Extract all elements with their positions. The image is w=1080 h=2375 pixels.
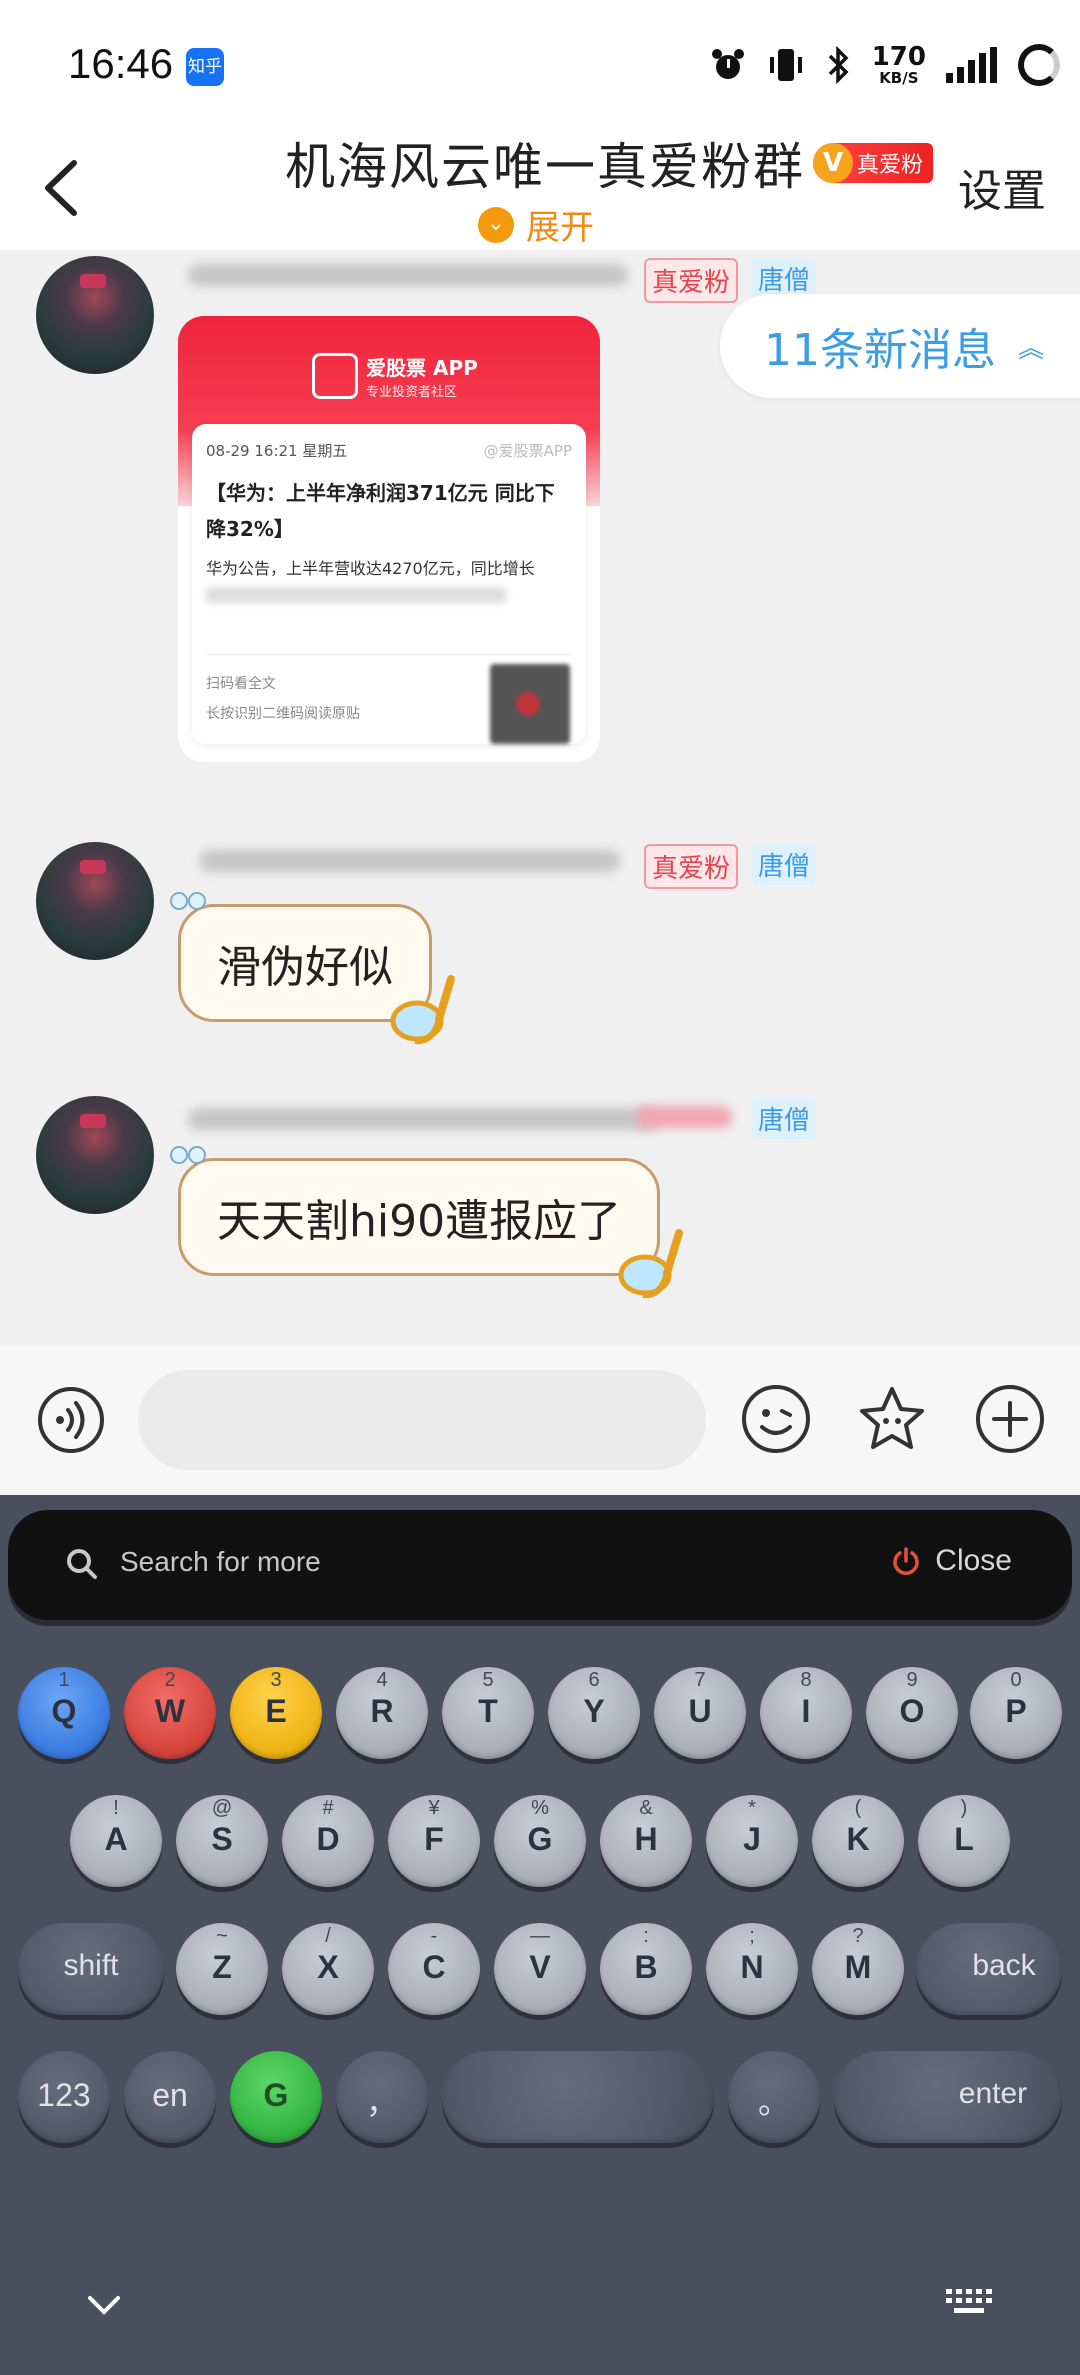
key-g[interactable]: % G bbox=[494, 1795, 586, 1887]
key-u[interactable]: 7U bbox=[654, 1667, 746, 1759]
goggles-icon bbox=[170, 892, 206, 910]
input-bar bbox=[0, 1345, 1080, 1495]
status-time: 16:46 bbox=[68, 40, 174, 87]
keyboard-close-button[interactable]: Close bbox=[891, 1544, 1012, 1578]
goggles-icon bbox=[170, 1146, 206, 1164]
keyboard: Search for more Close 1Q 2W 3E 4R 5T 6Y … bbox=[0, 1495, 1080, 2375]
card-body: 华为公告，上半年营收达4270亿元，同比增长 bbox=[206, 559, 535, 578]
card-meta: 08-29 16:21 星期五 @爱股票APP bbox=[206, 442, 572, 460]
emoji-icon[interactable] bbox=[740, 1383, 812, 1455]
voice-input-icon[interactable] bbox=[36, 1385, 106, 1455]
nickname-blurred bbox=[200, 850, 620, 872]
key-z[interactable]: ~ Z bbox=[176, 1923, 268, 2015]
snorkel-mask-icon bbox=[390, 975, 455, 1045]
fan-tag: 真爱粉 bbox=[644, 258, 739, 303]
zhihu-notification-icon: 知乎 bbox=[186, 48, 224, 86]
card-body-blurred bbox=[206, 587, 506, 603]
status-icons: 170 KB/S bbox=[710, 40, 1000, 90]
expand-button[interactable]: ⌄ 展开 bbox=[478, 200, 594, 249]
group-title: 机海风云唯一真爱粉群 bbox=[285, 138, 805, 196]
key-l[interactable]: ) L bbox=[918, 1795, 1010, 1887]
key-h[interactable]: & H bbox=[600, 1795, 692, 1887]
avatar[interactable] bbox=[36, 842, 154, 960]
settings-button[interactable]: 设置 bbox=[958, 155, 1046, 219]
title-tag: 唐僧 bbox=[752, 258, 817, 299]
card-app-logo: 爱股票 APP 专业投资者社区 bbox=[312, 352, 478, 400]
app-logo-icon bbox=[312, 353, 358, 399]
key-k[interactable]: (K bbox=[812, 1795, 904, 1887]
period-key[interactable]: 。 bbox=[728, 2051, 820, 2143]
key-v[interactable]: — V bbox=[494, 1923, 586, 2015]
avatar[interactable] bbox=[36, 256, 154, 374]
backspace-key[interactable]: back bbox=[916, 1923, 1062, 2015]
double-chevron-up-icon: ︽ bbox=[1018, 333, 1045, 364]
fan-badge-v-icon: V bbox=[813, 143, 853, 183]
snorkel-mask-icon bbox=[618, 1229, 684, 1299]
shared-news-card[interactable]: 爱股票 APP 专业投资者社区 08-29 16:21 星期五 @爱股票APP … bbox=[178, 316, 600, 762]
hide-keyboard-chevron-icon[interactable] bbox=[84, 2290, 124, 2320]
expand-label: 展开 bbox=[526, 208, 594, 248]
fan-badge: V 真爱粉 bbox=[813, 143, 934, 183]
keyboard-switch-icon[interactable] bbox=[944, 2287, 996, 2317]
qr-code bbox=[490, 664, 570, 744]
chevron-down-icon: ⌄ bbox=[478, 206, 514, 243]
key-f[interactable]: ¥ F bbox=[388, 1795, 480, 1887]
key-y[interactable]: 6Y bbox=[548, 1667, 640, 1759]
key-x[interactable]: / X bbox=[282, 1923, 374, 2015]
key-b[interactable]: :B bbox=[600, 1923, 692, 2015]
key-i[interactable]: 8I bbox=[760, 1667, 852, 1759]
key-w[interactable]: 2W bbox=[124, 1667, 216, 1759]
key-e[interactable]: 3E bbox=[230, 1667, 322, 1759]
signal-icon bbox=[946, 47, 997, 83]
key-q[interactable]: 1Q bbox=[18, 1667, 110, 1759]
card-headline: 【华为：上半年净利润371亿元 同比下降32%】 bbox=[206, 481, 555, 541]
key-m[interactable]: ? M bbox=[812, 1923, 904, 2015]
vibrate-icon bbox=[769, 49, 802, 81]
fan-tag: 真爱粉 bbox=[644, 844, 739, 889]
nickname-blurred bbox=[188, 1108, 658, 1130]
g-key[interactable]: G bbox=[230, 2051, 322, 2143]
chat-message-list[interactable]: 真爱粉 唐僧 爱股票 APP 专业投资者社区 08-29 16:21 星期五 @… bbox=[0, 250, 1080, 1345]
enter-key[interactable]: enter bbox=[834, 2051, 1062, 2143]
key-c[interactable]: -C bbox=[388, 1923, 480, 2015]
sticker-star-icon[interactable] bbox=[856, 1383, 928, 1455]
keyboard-search-placeholder: Search for more bbox=[120, 1546, 321, 1577]
search-icon bbox=[67, 1549, 97, 1579]
key-n[interactable]: ; N bbox=[706, 1923, 798, 2015]
message-bubble[interactable]: 天天割hi90遭报应了 bbox=[170, 1146, 684, 1299]
fan-tag-blurred bbox=[636, 1106, 732, 1128]
language-key[interactable]: en bbox=[124, 2051, 216, 2143]
chat-header: 机海风云唯一真爱粉群 V 真爱粉 ⌄ 展开 设置 bbox=[0, 125, 1080, 250]
key-j[interactable]: * J bbox=[706, 1795, 798, 1887]
status-bar: 16:46 知乎 170 KB/S bbox=[0, 0, 1080, 125]
key-r[interactable]: 4R bbox=[336, 1667, 428, 1759]
comma-key[interactable]: ， bbox=[336, 2051, 428, 2143]
shift-key[interactable]: shift bbox=[18, 1923, 164, 2015]
add-plus-icon[interactable] bbox=[974, 1383, 1046, 1455]
message-bubble[interactable]: 滑伪好似 bbox=[170, 892, 455, 1045]
network-speed: 170 KB/S bbox=[871, 41, 926, 87]
battery-icon bbox=[1018, 44, 1060, 86]
key-a[interactable]: ! A bbox=[70, 1795, 162, 1887]
bluetooth-icon bbox=[828, 46, 849, 84]
keyboard-search-bar[interactable]: Search for more Close bbox=[8, 1510, 1072, 1620]
alarm-icon bbox=[711, 49, 744, 79]
key-o[interactable]: 9O bbox=[866, 1667, 958, 1759]
key-t[interactable]: 5T bbox=[442, 1667, 534, 1759]
power-icon bbox=[893, 1547, 920, 1575]
key-d[interactable]: # D bbox=[282, 1795, 374, 1887]
nickname-blurred bbox=[188, 264, 628, 286]
numbers-key[interactable]: 123 bbox=[18, 2051, 110, 2143]
key-s[interactable]: @ S bbox=[176, 1795, 268, 1887]
chat-title-wrap: 机海风云唯一真爱粉群 V 真爱粉 bbox=[285, 127, 934, 199]
title-tag: 唐僧 bbox=[752, 844, 817, 885]
title-tag: 唐僧 bbox=[752, 1098, 817, 1139]
new-messages-button[interactable]: 11条新消息 ︽ bbox=[720, 294, 1080, 398]
avatar[interactable] bbox=[36, 1096, 154, 1214]
back-arrow-icon[interactable] bbox=[34, 153, 94, 223]
card-content: 08-29 16:21 星期五 @爱股票APP 【华为：上半年净利润371亿元 … bbox=[192, 424, 586, 744]
space-key[interactable] bbox=[442, 2051, 714, 2143]
message-input[interactable] bbox=[138, 1370, 706, 1470]
key-p[interactable]: 0P bbox=[970, 1667, 1062, 1759]
